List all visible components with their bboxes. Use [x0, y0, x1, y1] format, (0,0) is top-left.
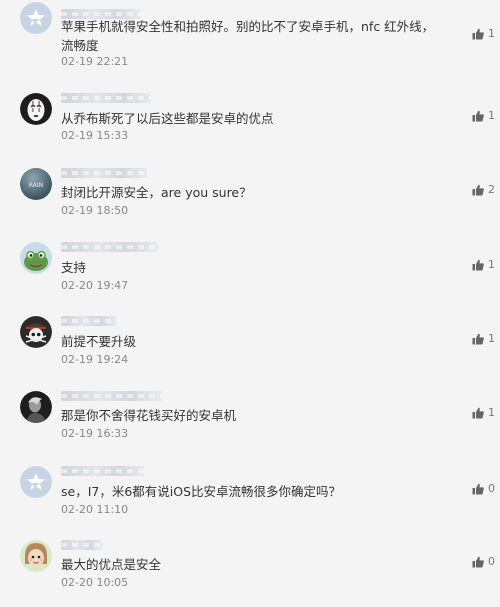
frog-avatar[interactable]	[20, 242, 52, 274]
doll-avatar[interactable]	[20, 540, 52, 572]
comment-time: 02-19 22:21	[61, 55, 129, 68]
thumbs-up-icon	[472, 110, 484, 122]
rain-avatar[interactable]: RAIN	[20, 168, 52, 200]
comment-text: 那是你不舍得花钱买好的安卓机	[61, 408, 237, 423]
username-redacted[interactable]	[61, 316, 117, 326]
like-count: 1	[488, 27, 495, 40]
username-redacted[interactable]	[61, 93, 151, 103]
like-button[interactable]: 1	[472, 332, 495, 346]
like-count: 0	[488, 555, 495, 568]
pirate-skull-avatar[interactable]	[20, 316, 52, 348]
comment-text: 前提不要升级	[61, 334, 137, 349]
like-button[interactable]: 1	[472, 258, 495, 272]
comment-time: 02-20 11:10	[61, 503, 129, 516]
dark-portrait-avatar[interactable]	[20, 391, 52, 423]
comment-time: 02-20 19:47	[61, 279, 129, 292]
like-count: 1	[488, 109, 495, 122]
comment-time: 02-19 18:50	[61, 204, 129, 217]
like-button[interactable]: 1	[472, 109, 495, 123]
comment-time: 02-20 10:05	[61, 576, 129, 589]
like-count: 1	[488, 332, 495, 345]
like-count: 0	[488, 482, 495, 495]
comment-text: 封闭比开源安全，are you sure？	[61, 185, 252, 200]
username-redacted[interactable]	[61, 242, 158, 252]
thumbs-up-icon	[472, 556, 484, 568]
no-face-avatar[interactable]	[20, 93, 52, 125]
thumbs-up-icon	[472, 407, 484, 419]
thumbs-up-icon	[472, 483, 484, 495]
username-redacted[interactable]	[61, 168, 147, 178]
comment-text: se，I7，米6都有说iOS比安卓流畅很多你确定吗？	[61, 484, 342, 499]
like-count: 2	[488, 183, 495, 196]
thumbs-up-icon	[472, 28, 484, 40]
like-button[interactable]: 2	[472, 183, 495, 197]
default-avatar-icon[interactable]	[20, 2, 52, 34]
comment-time: 02-19 16:33	[61, 427, 129, 440]
username-redacted[interactable]	[61, 391, 162, 401]
thumbs-up-icon	[472, 333, 484, 345]
like-button[interactable]: 1	[472, 27, 495, 41]
like-count: 1	[488, 258, 495, 271]
comment-time: 02-19 19:24	[61, 353, 129, 366]
username-redacted[interactable]	[61, 540, 102, 550]
username-redacted[interactable]	[61, 466, 144, 476]
default-avatar-icon[interactable]	[20, 466, 52, 498]
like-button[interactable]: 0	[472, 555, 495, 569]
comment-text: 支持	[61, 260, 87, 275]
comment-text: 最大的优点是安全	[61, 557, 162, 572]
like-button[interactable]: 0	[472, 482, 495, 496]
thumbs-up-icon	[472, 184, 484, 196]
svg-text:RAIN: RAIN	[29, 182, 43, 189]
comment-text: 苹果手机就得安全性和拍照好。别的比不了安卓手机，nfc 红外线，流畅度	[61, 19, 435, 53]
comment-list: 苹果手机就得安全性和拍照好。别的比不了安卓手机，nfc 红外线，流畅度 02-1…	[0, 0, 500, 607]
like-button[interactable]: 1	[472, 406, 495, 420]
comment-time: 02-19 15:33	[61, 129, 129, 142]
thumbs-up-icon	[472, 259, 484, 271]
like-count: 1	[488, 406, 495, 419]
comment-text: 从乔布斯死了以后这些都是安卓的优点	[61, 111, 274, 126]
